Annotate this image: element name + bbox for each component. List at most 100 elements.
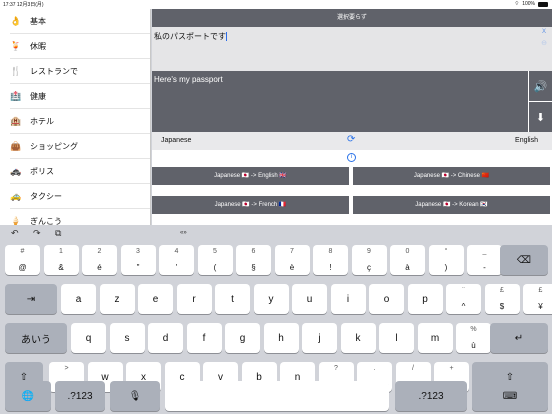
key-symbol[interactable]: % ù xyxy=(456,323,491,353)
key-primary-label: ç xyxy=(367,263,371,272)
output-actions: 🔊 ⬇ xyxy=(529,71,552,132)
speaker-button[interactable]: 🔊 xyxy=(529,71,552,101)
key-letter[interactable]: e xyxy=(138,284,173,314)
key-letter[interactable]: d xyxy=(148,323,183,353)
key-number-row[interactable]: 9ç xyxy=(351,245,387,275)
key-symbol[interactable]: £ ¥ xyxy=(523,284,552,314)
info-icon[interactable]: i xyxy=(347,153,356,162)
key-secondary-label: > xyxy=(64,365,69,372)
numbers-key-right[interactable]: .?123 xyxy=(395,381,467,411)
key-number-row[interactable]: 0à xyxy=(390,245,425,275)
key-secondary-label: £ xyxy=(538,287,543,294)
pair-button-chinese[interactable]: Japanese 🇯🇵 -> Chinese 🇨🇳 xyxy=(353,167,550,185)
key-letter[interactable]: l xyxy=(379,323,414,353)
tab-key[interactable]: ⇥ xyxy=(5,284,57,314)
sidebar-item[interactable]: 🍹 休暇 xyxy=(10,34,150,59)
key-primary-label: ù xyxy=(471,341,476,350)
key-number-row[interactable]: 7è xyxy=(274,245,310,275)
key-number-row[interactable]: 8! xyxy=(313,245,348,275)
key-secondary-label: 4 xyxy=(174,248,179,255)
sidebar-item[interactable]: 🏥 健康 xyxy=(10,84,150,109)
key-number-row[interactable]: °) xyxy=(428,245,464,275)
download-button[interactable]: ⬇ xyxy=(529,102,552,132)
key-label: p xyxy=(422,293,428,305)
key-letter[interactable]: z xyxy=(99,284,135,314)
candidates-toggle[interactable]: «» xyxy=(180,230,187,236)
key-letter[interactable]: o xyxy=(369,284,404,314)
key-primary-label: ¥ xyxy=(538,302,543,311)
sidebar-item[interactable]: 🍦 ぎんこう xyxy=(10,209,150,226)
translation-output: Here's my passport xyxy=(152,71,528,132)
key-number-row[interactable]: 5( xyxy=(197,245,233,275)
key-number-row[interactable]: 3 " xyxy=(120,245,156,275)
download-icon: ⬇ xyxy=(535,111,546,124)
key-letter[interactable]: u xyxy=(292,284,327,314)
key-number-row[interactable]: 1 & xyxy=(43,245,79,275)
delete-key[interactable]: ⌫ xyxy=(500,245,548,275)
key-secondary-label: 7 xyxy=(290,248,294,255)
clear-icon[interactable]: ⊖ xyxy=(541,39,547,47)
pair-button-french[interactable]: Japanese 🇯🇵 -> French 🇫🇷 xyxy=(152,196,349,214)
sidebar-item[interactable]: 🚓 ポリス xyxy=(10,159,150,184)
sidebar-item[interactable]: 🍴 レストランで xyxy=(10,59,150,84)
speaker-icon: 🔊 xyxy=(533,80,548,93)
globe-key[interactable]: 🌐 xyxy=(5,381,51,411)
target-language[interactable]: English xyxy=(515,137,538,144)
key-letter[interactable]: k xyxy=(340,323,376,353)
key-letter[interactable]: j xyxy=(302,323,337,353)
hide-keyboard-key[interactable]: ⌨ xyxy=(472,381,548,411)
sidebar-item[interactable]: 🏨 ホテル xyxy=(10,109,150,134)
key-primary-label: ( xyxy=(213,263,217,272)
key-letter[interactable]: f xyxy=(186,323,222,353)
input-text-field[interactable]: 私のパスポートです X ⊖ xyxy=(152,27,552,71)
redo-icon[interactable]: ↷ xyxy=(33,228,41,239)
numbers-key[interactable]: .?123 xyxy=(55,381,105,411)
mic-key[interactable]: 🎙 xyxy=(110,381,160,411)
sidebar-item[interactable]: 👜 ショッピング xyxy=(10,134,150,159)
key-letter[interactable]: q xyxy=(71,323,106,353)
key-symbol[interactable]: ¨ ^ xyxy=(446,284,481,314)
swap-icon[interactable]: ⟳ xyxy=(347,134,355,145)
close-icon[interactable]: X xyxy=(542,29,546,35)
key-label: ⌫ xyxy=(516,254,532,266)
key-letter[interactable]: i xyxy=(330,284,366,314)
key-symbol[interactable]: £ $ xyxy=(484,284,520,314)
key-letter[interactable]: y xyxy=(253,284,289,314)
key-number-row[interactable]: # @ xyxy=(5,245,40,275)
sidebar-item-label: 休暇 xyxy=(30,41,46,51)
battery-percent: 100% xyxy=(522,1,535,7)
key-primary-label: ^ xyxy=(461,302,466,311)
sidebar-item[interactable]: 👌 基本 xyxy=(10,9,150,34)
key-secondary-label: £ xyxy=(500,287,504,294)
paste-icon[interactable]: ⧉ xyxy=(55,228,61,239)
key-secondary-label: _ xyxy=(482,248,487,255)
return-key[interactable]: ↵ xyxy=(490,323,548,353)
pair-button-english[interactable]: Japanese 🇯🇵 -> English 🇬🇧 xyxy=(152,167,349,185)
source-language[interactable]: Japanese xyxy=(161,137,191,144)
key-letter[interactable]: t xyxy=(215,284,250,314)
key-secondary-label: 5 xyxy=(213,248,217,255)
key-number-row[interactable]: 6 § xyxy=(236,245,271,275)
key-number-row[interactable]: 2é xyxy=(82,245,117,275)
key-number-row[interactable]: 4 ' xyxy=(159,245,194,275)
status-right: ⌔ 100% xyxy=(515,1,548,7)
space-key[interactable] xyxy=(165,381,389,411)
kana-key[interactable]: あいう xyxy=(5,323,67,353)
key-letter[interactable]: h xyxy=(263,323,299,353)
key-primary-label: & xyxy=(58,263,64,272)
sidebar-item[interactable]: 🚕 タクシー xyxy=(10,184,150,209)
undo-icon[interactable]: ↶ xyxy=(11,228,19,239)
key-letter[interactable]: m xyxy=(417,323,453,353)
key-number-row[interactable]: _ - xyxy=(467,245,502,275)
key-primary-label: é xyxy=(97,263,102,272)
app-root: 17:37 12月3日(月) ⌔ 100% 👌 基本 🍹 休暇 🍴 レストランで 🏥 健康 🏨 ホ… xyxy=(0,0,552,414)
key-label: d xyxy=(162,332,169,344)
key-secondary-label: 6 xyxy=(251,248,256,255)
key-letter[interactable]: a xyxy=(61,284,96,314)
key-letter[interactable]: r xyxy=(176,284,212,314)
key-letter[interactable]: g xyxy=(225,323,260,353)
pair-button-korean[interactable]: Japanese 🇯🇵 -> Korean 🇰🇷 xyxy=(353,196,550,214)
key-letter[interactable]: p xyxy=(407,284,443,314)
key-letter[interactable]: s xyxy=(109,323,145,353)
translator-panel: 選択要らず 私のパスポートです X ⊖ Here's my passport 🔊… xyxy=(152,9,552,225)
